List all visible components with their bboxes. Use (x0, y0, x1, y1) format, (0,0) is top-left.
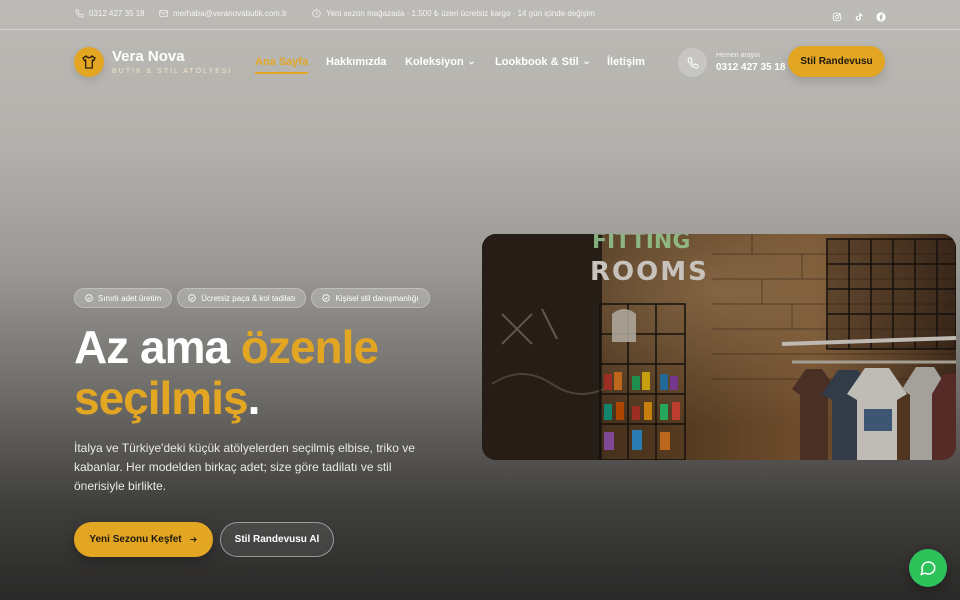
feature-chip-label: Sınırlı adet üretim (98, 293, 162, 303)
nav-item-collection[interactable]: Koleksiyon (405, 56, 475, 68)
feature-chip-label: Kişisel stil danışmanlığı (335, 293, 419, 303)
nav-item-label: Koleksiyon (405, 56, 464, 68)
tiktok-icon[interactable] (854, 9, 864, 21)
phone-icon (687, 56, 699, 68)
hero-description: İtalya ve Türkiye'deki küçük atölyelerde… (74, 441, 415, 493)
header-call-number[interactable]: 0312 427 35 18 (716, 62, 786, 73)
headline-period: . (247, 372, 261, 424)
topbar-notice: Yeni sezon mağazada · 1.500 ₺ üzeri ücre… (312, 9, 595, 18)
check-circle-icon (85, 294, 93, 302)
book-style-appointment-button[interactable]: Stil Randevusu Al (220, 522, 334, 557)
mail-icon (159, 10, 168, 17)
topbar-phone[interactable]: 0312 427 35 18 (75, 9, 145, 18)
nav-item-label: İletişim (607, 56, 645, 68)
style-appointment-button[interactable]: Stil Randevusu (788, 46, 885, 77)
hero-image: FITTING ROOMS (482, 234, 956, 460)
headline-highlight: özenle (240, 321, 379, 373)
discover-season-button[interactable]: Yeni Sezonu Keşfet (74, 522, 213, 557)
topbar-email-text: merhaba@veranovabutik.com.tr (173, 9, 287, 18)
headline-highlight: seçilmiş (74, 372, 249, 424)
brand-name[interactable]: Vera Nova (112, 48, 185, 65)
feature-chip: Ücretsiz paça & kol tadilatı (177, 288, 307, 308)
check-circle-icon (188, 294, 196, 302)
topbar-email[interactable]: merhaba@veranovabutik.com.tr (159, 9, 287, 18)
headline-text: Az ama (74, 321, 241, 373)
brand-tagline: BUTİK & STİL ATÖLYESİ (112, 68, 233, 75)
topbar-phone-text: 0312 427 35 18 (89, 9, 145, 18)
feature-chips: Sınırlı adet üretim Ücretsiz paça & kol … (74, 288, 430, 308)
chat-button[interactable] (909, 549, 947, 587)
nav-item-label: Lookbook & Stil (495, 56, 579, 68)
chevron-down-icon (583, 60, 589, 65)
nav-item-about[interactable]: Hakkımızda (326, 56, 387, 68)
check-circle-icon (322, 294, 331, 302)
topbar-notice-text: Yeni sezon mağazada · 1.500 ₺ üzeri ücre… (326, 9, 595, 18)
discover-season-label: Yeni Sezonu Keşfet (89, 534, 182, 545)
hero-headline: Az ama özenle seçilmiş. (74, 322, 494, 424)
nav-item-label: Hakkımızda (326, 56, 387, 68)
instagram-icon[interactable] (832, 9, 842, 22)
phone-icon (75, 9, 84, 18)
nav-item-home[interactable]: Ana Sayfa (255, 56, 309, 74)
arrow-right-icon (190, 536, 197, 543)
brand-logo[interactable] (74, 47, 104, 77)
nav-item-lookbook[interactable]: Lookbook & Stil (495, 56, 590, 68)
top-info-bar: 0312 427 35 18 merhaba@veranovabutik.com… (0, 0, 960, 30)
nav-item-contact[interactable]: İletişim (607, 56, 645, 68)
social-links (832, 9, 886, 22)
feature-chip-label: Ücretsiz paça & kol tadilatı (201, 293, 296, 303)
chevron-down-icon (468, 60, 474, 65)
feature-chip: Kişisel stil danışmanlığı (311, 288, 430, 308)
tshirt-icon (82, 55, 96, 69)
header-call-label: Hemen arayın (716, 52, 760, 59)
nav-item-label: Ana Sayfa (255, 56, 309, 68)
clock-icon (312, 9, 321, 18)
header-phone-button[interactable] (678, 48, 707, 77)
feature-chip: Sınırlı adet üretim (74, 288, 173, 308)
facebook-icon[interactable] (876, 9, 886, 22)
chat-bubble-icon (920, 561, 936, 576)
